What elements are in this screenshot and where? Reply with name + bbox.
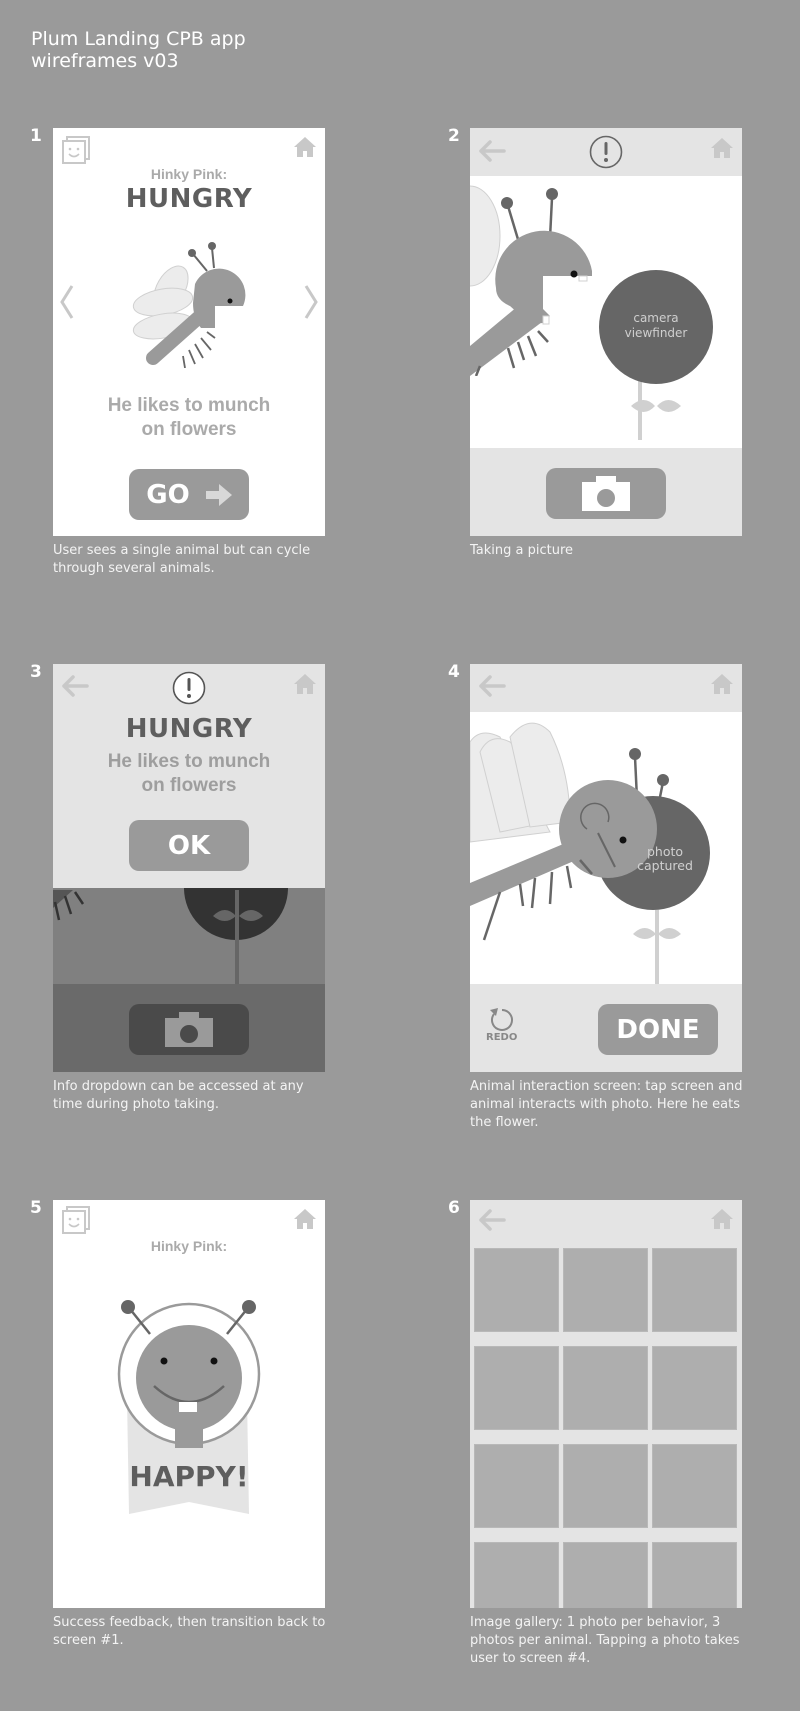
ok-button[interactable]: OK <box>129 820 249 871</box>
screen-3-caption: Info dropdown can be accessed at any tim… <box>53 1079 304 1112</box>
home-icon[interactable] <box>293 1208 317 1230</box>
top-bar <box>470 128 742 176</box>
screen-1-animal-select: Hinky Pink: HUNGRY He likes to munch on … <box>53 128 325 536</box>
screen-4-animal-interaction: photo captured REDO DONE <box>470 664 742 1072</box>
flower-leaves <box>630 396 682 416</box>
document-title: Plum Landing CPB app wireframes v03 <box>31 28 246 72</box>
gallery-photo-thumbnail[interactable] <box>474 1248 559 1332</box>
viewfinder-line-1: camera <box>633 311 679 325</box>
home-icon[interactable] <box>293 673 317 695</box>
desc-line-2: on flowers <box>141 775 237 796</box>
screen-5-caption: Success feedback, then transition back t… <box>53 1615 326 1648</box>
top-bar <box>470 664 742 712</box>
screen-number-3: 3 <box>30 662 42 682</box>
animal-name: Hinky Pink: <box>150 1238 228 1254</box>
caterpillar-eating-illustration: photo captured <box>470 712 742 984</box>
screen-number-2: 2 <box>448 126 460 146</box>
ok-button-label: OK <box>167 830 211 861</box>
camera-viewfinder: camera viewfinder <box>599 270 713 384</box>
gallery-photo-thumbnail[interactable] <box>563 1346 648 1430</box>
gallery-photo-thumbnail[interactable] <box>474 1444 559 1528</box>
go-button-label: GO <box>146 479 190 510</box>
screen-1-caption: User sees a single animal but can cycle … <box>53 543 311 576</box>
behavior-description: He likes to munch on flowers <box>53 750 325 798</box>
arrow-right-icon <box>205 483 232 506</box>
home-icon[interactable] <box>710 1208 734 1230</box>
go-button[interactable]: GO <box>129 469 249 520</box>
gallery-photo-thumbnail[interactable] <box>474 1542 559 1608</box>
gallery-icon[interactable] <box>61 135 91 165</box>
gallery-photo-thumbnail[interactable] <box>563 1542 648 1608</box>
gallery-photo-thumbnail[interactable] <box>652 1444 737 1528</box>
home-icon[interactable] <box>293 136 317 158</box>
camera-icon <box>581 475 631 512</box>
info-dropdown-panel: HUNGRY He likes to munch on flowers OK <box>53 664 325 888</box>
title-line-1: Plum Landing CPB app <box>31 28 246 50</box>
screen-number-1: 1 <box>30 126 42 146</box>
behavior-title: HUNGRY <box>125 714 253 744</box>
home-icon[interactable] <box>710 673 734 695</box>
shutter-button[interactable] <box>129 1004 249 1055</box>
screen-2-caption: Taking a picture <box>470 543 574 558</box>
done-button-label: DONE <box>616 1014 700 1045</box>
gallery-photo-thumbnail[interactable] <box>652 1248 737 1332</box>
redo-label: REDO <box>486 1032 518 1043</box>
back-arrow-icon[interactable] <box>61 675 89 697</box>
behavior-description: He likes to munch on flowers <box>53 394 325 442</box>
info-icon[interactable] <box>172 671 206 705</box>
done-button[interactable]: DONE <box>598 1004 718 1055</box>
desc-line-1: He likes to munch <box>107 751 271 772</box>
screen-6-gallery <box>470 1200 742 1608</box>
back-arrow-icon[interactable] <box>478 1209 506 1231</box>
gallery-photo-thumbnail[interactable] <box>563 1248 648 1332</box>
screen-4-caption: Animal interaction screen: tap screen an… <box>470 1079 743 1130</box>
caterpillar-illustration <box>123 228 253 368</box>
chevron-right-icon[interactable] <box>303 284 319 320</box>
gallery-icon[interactable] <box>61 1205 91 1235</box>
screen-number-6: 6 <box>448 1198 460 1218</box>
gallery-photo-thumbnail[interactable] <box>652 1346 737 1430</box>
gallery-photo-thumbnail[interactable] <box>563 1444 648 1528</box>
chevron-left-icon[interactable] <box>59 284 75 320</box>
bottom-bar: REDO DONE <box>470 984 742 1072</box>
screen-5-success: Hinky Pink: HAPPY! <box>53 1200 325 1608</box>
gallery-photo-thumbnail[interactable] <box>474 1346 559 1430</box>
desc-line-2: on flowers <box>141 419 237 440</box>
animal-name: Hinky Pink: <box>150 166 228 182</box>
viewfinder-line-2: viewfinder <box>624 326 688 340</box>
happy-label: HAPPY! <box>129 1460 249 1493</box>
back-arrow-icon[interactable] <box>478 140 506 162</box>
title-line-2: wireframes v03 <box>31 50 179 72</box>
shutter-button[interactable] <box>546 468 666 519</box>
photo-captured-line-1: photo <box>647 844 683 859</box>
back-arrow-icon[interactable] <box>478 675 506 697</box>
info-icon[interactable] <box>589 135 623 169</box>
screen-number-4: 4 <box>448 662 460 682</box>
gallery-photo-thumbnail[interactable] <box>652 1542 737 1608</box>
redo-icon <box>488 1006 517 1032</box>
redo-button[interactable]: REDO <box>486 1006 517 1043</box>
desc-line-1: He likes to munch <box>107 395 271 416</box>
camera-icon <box>164 1011 214 1048</box>
screen-number-5: 5 <box>30 1198 42 1218</box>
bottom-bar <box>470 448 742 536</box>
behavior-title: HUNGRY <box>125 184 253 214</box>
screen-2-take-picture: camera viewfinder <box>470 128 742 536</box>
photo-captured-line-2: captured <box>637 858 693 873</box>
screen-3-info-dropdown: HUNGRY He likes to munch on flowers OK <box>53 664 325 1072</box>
home-icon[interactable] <box>710 137 734 159</box>
screen-6-caption: Image gallery: 1 photo per behavior, 3 p… <box>470 1615 740 1666</box>
